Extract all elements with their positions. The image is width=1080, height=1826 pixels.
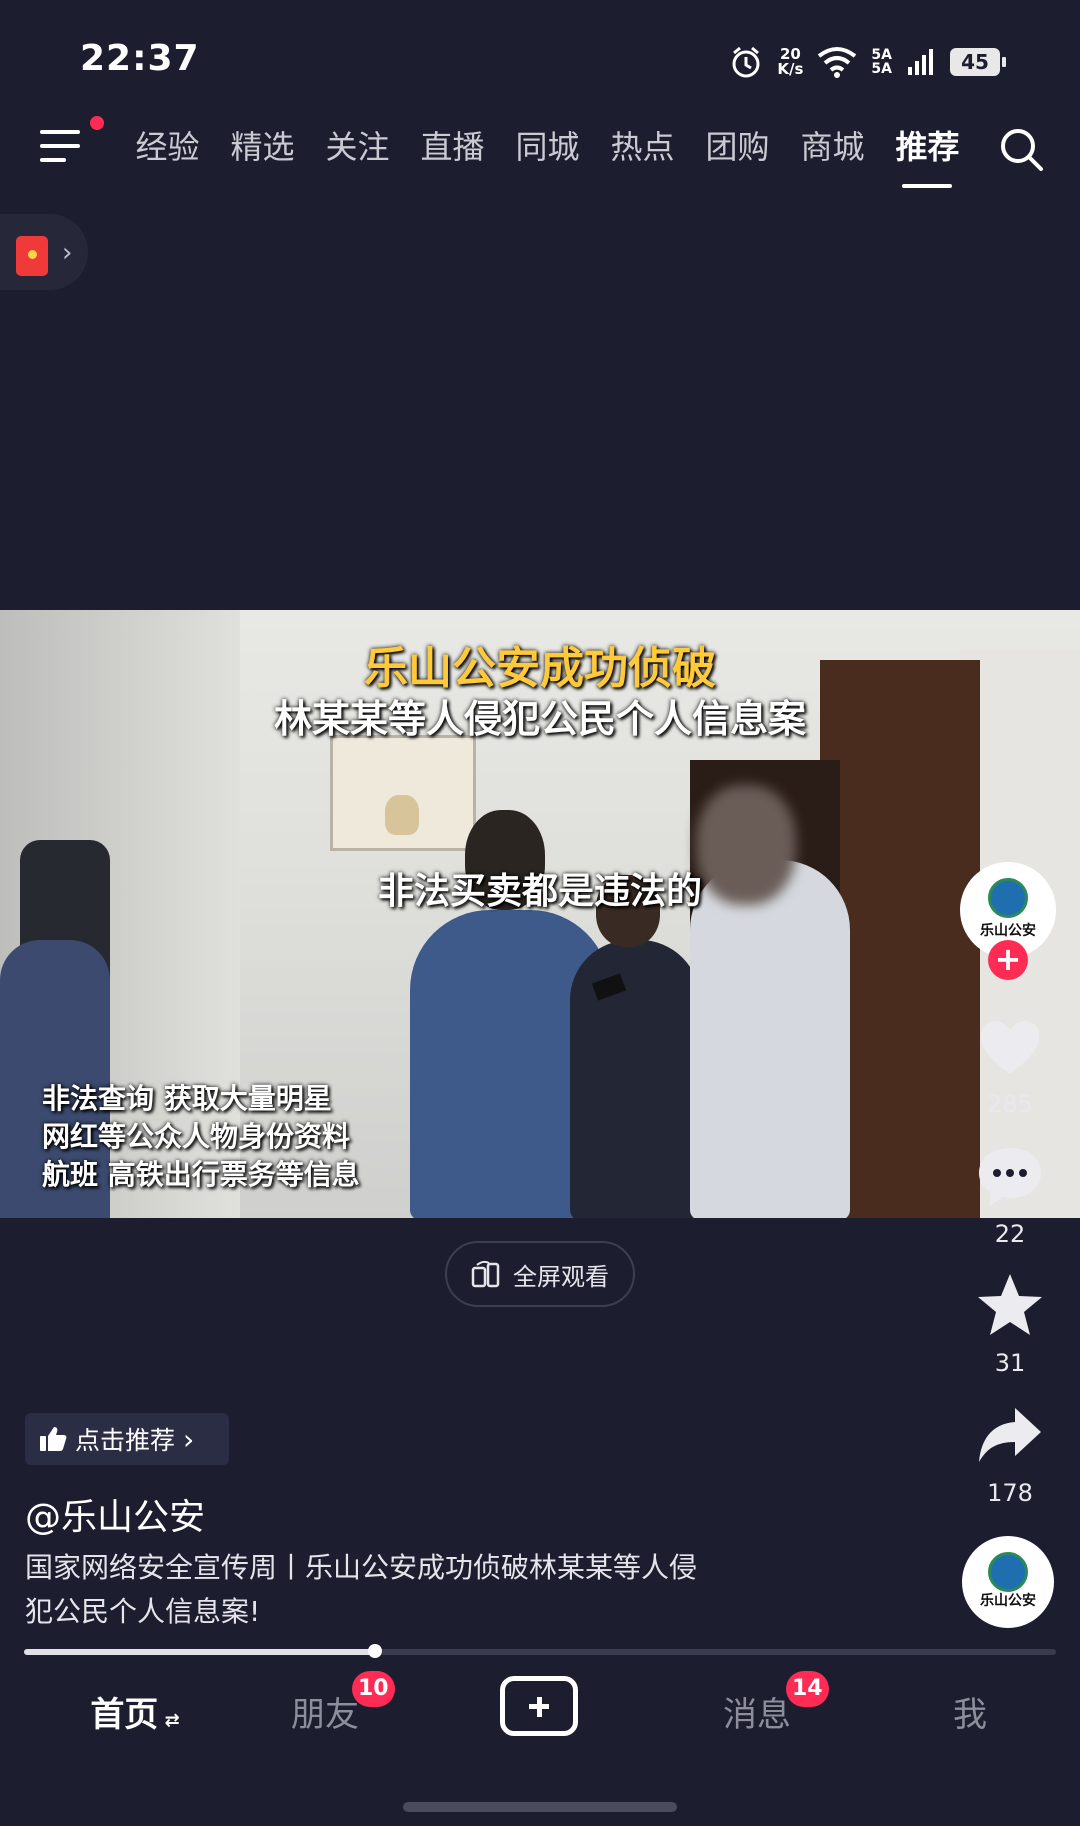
tab-zhibo[interactable]: 直播 <box>405 122 500 172</box>
author-name[interactable]: @乐山公安 <box>25 1488 205 1540</box>
nav-me[interactable]: 我 <box>930 1680 1010 1750</box>
video-scene <box>385 795 419 835</box>
star-icon[interactable] <box>975 1270 1045 1340</box>
create-button[interactable] <box>500 1676 578 1736</box>
progress-fill <box>24 1649 375 1655</box>
comment-count: 22 <box>994 1220 1026 1248</box>
menu-icon[interactable] <box>40 128 86 164</box>
friends-badge: 10 <box>352 1671 395 1707</box>
tab-tongcheng[interactable]: 同城 <box>500 122 595 172</box>
messages-badge: 14 <box>786 1671 829 1707</box>
follow-button[interactable]: + <box>988 940 1028 980</box>
search-icon[interactable] <box>998 126 1046 174</box>
video-player[interactable]: 乐山公安成功侦破 林某某等人侵犯公民个人信息案 非法买卖都是违法的 非法查询 获… <box>0 610 1080 1218</box>
top-tabs: 经验 精选 关注 直播 同城 热点 团购 商城 推荐 <box>120 122 975 188</box>
chevron-right-icon: › <box>183 1422 195 1456</box>
tab-jingxuan[interactable]: 精选 <box>215 122 310 172</box>
fullscreen-button[interactable]: 全屏观看 <box>445 1241 635 1307</box>
tab-jingyan[interactable]: 经验 <box>120 122 215 172</box>
status-time: 22:37 <box>80 38 200 79</box>
signal-sim: 5A 5A <box>871 47 892 77</box>
tab-guanzhu[interactable]: 关注 <box>310 122 405 172</box>
home-indicator[interactable] <box>403 1802 677 1812</box>
tab-tuangou[interactable]: 团购 <box>690 122 785 172</box>
tab-tuijian[interactable]: 推荐 <box>880 122 975 188</box>
video-caption-subtitle: 林某某等人侵犯公民个人信息案 <box>273 697 806 741</box>
alarm-icon <box>732 46 760 78</box>
fullscreen-label: 全屏观看 <box>513 1262 609 1291</box>
share-icon[interactable] <box>975 1400 1045 1470</box>
rotate-screen-icon <box>471 1260 500 1288</box>
like-count: 285 <box>987 1090 1033 1118</box>
video-caption-bottom: 非法查询 获取大量明星 网红等公众人物身份资料 航班 高铁出行票务等信息 <box>42 1082 360 1191</box>
nav-home[interactable]: 首页 ⇄ <box>70 1680 200 1750</box>
heart-icon[interactable] <box>975 1012 1045 1082</box>
video-caption-title: 乐山公安成功侦破 <box>364 643 716 694</box>
progress-handle[interactable] <box>368 1644 382 1658</box>
notification-dot <box>90 116 104 130</box>
recommend-label: 点击推荐 <box>75 1426 176 1455</box>
police-badge-icon <box>988 878 1028 918</box>
switch-icon: ⇄ <box>158 1710 180 1731</box>
red-envelope-icon <box>16 236 48 276</box>
battery-indicator: 45 <box>950 48 1006 76</box>
tab-redian[interactable]: 热点 <box>595 122 690 172</box>
status-icons: 20 K/s 5A 5A 45 <box>729 42 1006 82</box>
video-person <box>570 940 700 1218</box>
music-disc-avatar[interactable]: 乐山公安 <box>962 1536 1054 1628</box>
signal-icon <box>908 49 933 75</box>
thumbs-up-icon <box>40 1427 67 1451</box>
video-description[interactable]: 国家网络安全宣传周丨乐山公安成功侦破林某某等人侵 犯公民个人信息案! <box>25 1546 805 1634</box>
wifi-icon <box>818 47 857 78</box>
comment-icon[interactable] <box>975 1142 1045 1212</box>
chevron-right-icon: › <box>62 238 73 268</box>
police-badge-icon <box>988 1552 1028 1592</box>
tab-shangcheng[interactable]: 商城 <box>785 122 880 172</box>
disc-label: 乐山公安 <box>980 1593 1036 1609</box>
recommend-button[interactable]: 点击推荐 › <box>25 1413 229 1465</box>
net-speed: 20 K/s <box>777 45 804 78</box>
favorite-count: 31 <box>994 1349 1026 1377</box>
video-caption-mid: 非法买卖都是违法的 <box>377 871 702 912</box>
share-count: 178 <box>987 1479 1033 1507</box>
avatar-label: 乐山公安 <box>980 923 1036 939</box>
